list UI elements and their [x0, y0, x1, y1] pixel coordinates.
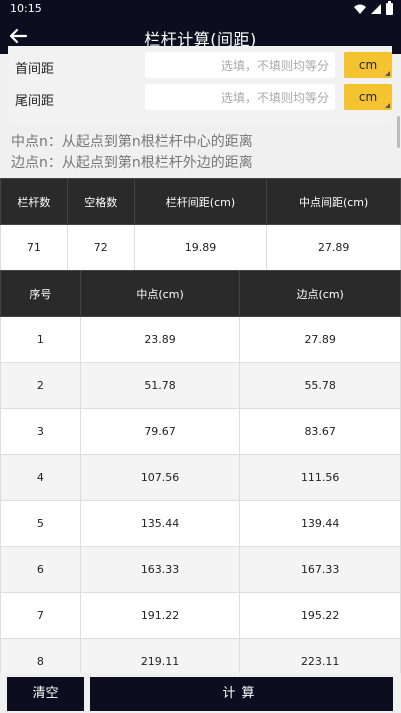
- center-point-cell: 191.22: [79, 592, 241, 639]
- summary-value-cell: 71: [0, 224, 68, 271]
- summary-header-cell: 中点间距(cm): [266, 178, 401, 225]
- center-point-cell: 51.78: [79, 362, 241, 409]
- summary-header-cell: 空格数: [66, 178, 135, 225]
- edge-point-cell: 167.33: [239, 546, 401, 593]
- wifi-icon: [354, 4, 366, 14]
- table-row: 1 23.89 27.89: [0, 316, 401, 363]
- summary-value-cell: 19.89: [133, 224, 268, 271]
- battery-icon: [386, 1, 393, 15]
- first-spacing-placeholder: 选填，不填则均等分: [220, 59, 329, 73]
- table-row: 6 163.33 167.33: [0, 546, 401, 593]
- detail-header-cell: 序号: [0, 270, 81, 317]
- center-point-cell: 163.33: [79, 546, 241, 593]
- note-edge-point: 边点n：从起点到第n根栏杆外边的距离: [11, 155, 253, 171]
- row-index-cell: 2: [0, 362, 81, 409]
- first-spacing-row: 首间距 选填，不填则均等分 cm: [8, 52, 392, 80]
- status-icons: [354, 1, 393, 15]
- last-spacing-input[interactable]: 选填，不填则均等分: [145, 84, 335, 110]
- table-row: 2 51.78 55.78: [0, 362, 401, 409]
- summary-header-cell: 栏杆数: [0, 178, 68, 225]
- center-point-cell: 135.44: [79, 500, 241, 547]
- calculate-button[interactable]: 计算: [90, 677, 393, 711]
- last-spacing-placeholder: 选填，不填则均等分: [220, 91, 329, 105]
- row-index-cell: 6: [0, 546, 81, 593]
- row-index-cell: 4: [0, 454, 81, 501]
- detail-table: 序号 中点(cm) 边点(cm) 1 23.89 27.89 2 51.78 5…: [0, 270, 401, 685]
- last-spacing-label: 尾间距: [15, 94, 55, 109]
- edge-point-cell: 139.44: [239, 500, 401, 547]
- note-center-point: 中点n：从起点到第n根栏杆中心的距离: [11, 134, 253, 150]
- spacing-form: 首间距 选填，不填则均等分 cm 尾间距 选填，不填则均等分 cm: [8, 46, 392, 124]
- detail-header-cell: 边点(cm): [239, 270, 401, 317]
- summary-table: 栏杆数 空格数 栏杆间距(cm) 中点间距(cm) 71 72 19.89 27…: [0, 178, 401, 271]
- status-bar: 10:15: [0, 0, 401, 18]
- edge-point-cell: 55.78: [239, 362, 401, 409]
- row-index-cell: 7: [0, 592, 81, 639]
- last-spacing-row: 尾间距 选填，不填则均等分 cm: [8, 84, 392, 112]
- edge-point-cell: 27.89: [239, 316, 401, 363]
- last-spacing-unit-select[interactable]: cm: [344, 84, 392, 110]
- clear-button[interactable]: 清空: [7, 677, 84, 711]
- table-row: 4 107.56 111.56: [0, 454, 401, 501]
- app-screen: 10:15 栏杆计算(间距) 首间距 选填，不填则均等分 cm 尾间距 选填，不…: [0, 0, 401, 713]
- edge-point-cell: 195.22: [239, 592, 401, 639]
- detail-header-row: 序号 中点(cm) 边点(cm): [0, 270, 401, 317]
- signal-icon: [371, 4, 381, 14]
- first-spacing-label: 首间距: [15, 62, 55, 77]
- center-point-cell: 79.67: [79, 408, 241, 455]
- center-point-cell: 107.56: [79, 454, 241, 501]
- scrollbar[interactable]: [397, 116, 400, 148]
- status-time: 10:15: [10, 2, 42, 15]
- edge-point-cell: 111.56: [239, 454, 401, 501]
- table-row: 3 79.67 83.67: [0, 408, 401, 455]
- bottom-action-bar: 清空 计算: [0, 673, 401, 713]
- first-spacing-input[interactable]: 选填，不填则均等分: [145, 52, 335, 78]
- summary-value-row: 71 72 19.89 27.89: [0, 224, 401, 271]
- summary-value-cell: 72: [66, 224, 135, 271]
- detail-header-cell: 中点(cm): [79, 270, 241, 317]
- summary-header-cell: 栏杆间距(cm): [133, 178, 268, 225]
- row-index-cell: 3: [0, 408, 81, 455]
- first-spacing-unit-select[interactable]: cm: [344, 52, 392, 78]
- summary-header-row: 栏杆数 空格数 栏杆间距(cm) 中点间距(cm): [0, 178, 401, 225]
- notes: 中点n：从起点到第n根栏杆中心的距离 边点n：从起点到第n根栏杆外边的距离: [11, 132, 253, 174]
- edge-point-cell: 83.67: [239, 408, 401, 455]
- table-row: 7 191.22 195.22: [0, 592, 401, 639]
- row-index-cell: 5: [0, 500, 81, 547]
- summary-value-cell: 27.89: [266, 224, 401, 271]
- row-index-cell: 1: [0, 316, 81, 363]
- center-point-cell: 23.89: [79, 316, 241, 363]
- table-row: 5 135.44 139.44: [0, 500, 401, 547]
